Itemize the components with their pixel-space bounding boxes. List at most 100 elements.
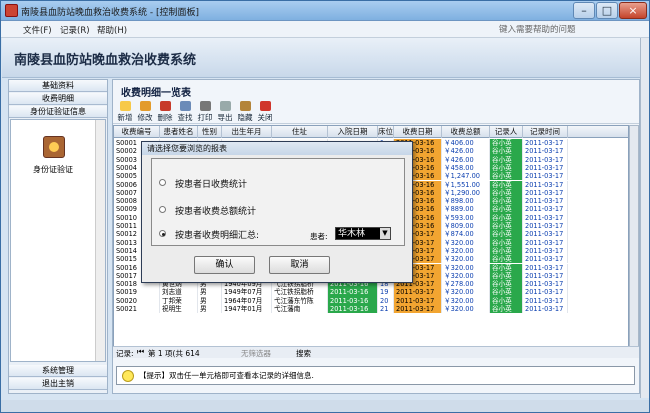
table-row[interactable]: S0020 丁邦荣男 1964年07月 弋江藩东竹陈 2011-03-16 20 2011-…	[114, 296, 628, 305]
search-box[interactable]: 搜索	[296, 348, 311, 359]
table-cell[interactable]: 1964年07月	[222, 296, 272, 305]
table-cell[interactable]: S0021	[114, 305, 160, 314]
table-cell[interactable]: 男	[198, 288, 222, 297]
table-cell[interactable]: 2011-03-17	[523, 296, 568, 305]
table-cell[interactable]: 弋江藩南	[272, 305, 328, 314]
table-cell[interactable]: 男	[198, 296, 222, 305]
column-header[interactable]: 出生年月	[222, 126, 272, 138]
table-cell[interactable]: 谷小英	[490, 155, 523, 164]
radio-total-stats[interactable]	[159, 206, 166, 213]
table-cell[interactable]: ￥593.00	[442, 213, 490, 222]
table-cell[interactable]: 19	[378, 288, 394, 297]
table-cell[interactable]: ￥320.00	[442, 296, 490, 305]
table-cell[interactable]: 2011-03-17	[523, 197, 568, 206]
table-cell[interactable]: 2011-03-17	[523, 305, 568, 314]
table-cell[interactable]: 弋江铁拐脂桥	[272, 288, 328, 297]
table-cell[interactable]: 谷小英	[490, 230, 523, 239]
table-cell[interactable]: 谷小英	[490, 305, 523, 314]
option-daily-stats[interactable]: 按患者日收费统计	[159, 177, 247, 190]
table-cell[interactable]: 谷小英	[490, 296, 523, 305]
table-cell[interactable]: 2011-03-17	[523, 188, 568, 198]
table-cell[interactable]: 丁邦荣	[160, 296, 198, 305]
table-cell[interactable]: 2011-03-16	[328, 288, 378, 297]
table-cell[interactable]: ￥874.00	[442, 230, 490, 239]
help-search-input[interactable]: 键入需要帮助的问题	[499, 23, 629, 36]
column-header[interactable]: 患者姓名	[160, 126, 198, 138]
table-cell[interactable]: ￥320.00	[442, 263, 490, 272]
table-cell[interactable]: ￥1,551.00	[442, 180, 490, 189]
option-detail-summary[interactable]: 按患者收费明细汇总:	[159, 228, 259, 241]
table-cell[interactable]: S0019	[114, 288, 160, 297]
table-cell[interactable]: 2011-03-17	[523, 230, 568, 239]
column-header[interactable]: 住址	[272, 126, 328, 138]
table-cell[interactable]: 弋江藩东竹陈	[272, 296, 328, 305]
table-cell[interactable]: ￥320.00	[442, 271, 490, 281]
table-cell[interactable]: 谷小英	[490, 213, 523, 222]
close-window-button[interactable]: ×	[619, 2, 647, 19]
table-cell[interactable]: 2011-03-17	[523, 147, 568, 156]
table-cell[interactable]: 2011-03-17	[394, 296, 442, 305]
table-cell[interactable]: 2011-03-17	[523, 263, 568, 272]
table-cell[interactable]: S0020	[114, 296, 160, 305]
table-cell[interactable]: 2011-03-17	[523, 163, 568, 173]
table-cell[interactable]: 谷小英	[490, 246, 523, 256]
sidebar-item-basic-data[interactable]: 基础资料	[9, 80, 107, 92]
sidebar-scrollbar[interactable]	[95, 120, 105, 361]
toolbar-button-2[interactable]: 删除	[156, 101, 174, 123]
table-cell[interactable]: ￥898.00	[442, 197, 490, 206]
column-header[interactable]: 收费总额	[442, 126, 490, 138]
table-cell[interactable]: 1949年07月	[222, 288, 272, 297]
table-cell[interactable]: ￥406.00	[442, 139, 490, 148]
table-cell[interactable]: 2011-03-17	[523, 280, 568, 289]
id-verify-icon[interactable]	[43, 136, 65, 158]
table-cell[interactable]: 谷小英	[490, 188, 523, 198]
table-cell[interactable]: 2011-03-17	[523, 139, 568, 148]
table-cell[interactable]: 谷小英	[490, 288, 523, 297]
sidebar-panel-label[interactable]: 身份证验证	[33, 164, 73, 175]
table-cell[interactable]: 谷小英	[490, 139, 523, 148]
table-cell[interactable]: 2011-03-17	[523, 255, 568, 264]
table-cell[interactable]: ￥320.00	[442, 305, 490, 314]
column-header[interactable]: 收费日期	[394, 126, 442, 138]
sidebar-item-id-verification-info[interactable]: 身份证验证信息	[9, 106, 107, 118]
sidebar-item-exit[interactable]: 退出主销	[9, 378, 107, 390]
ok-button[interactable]: 确认	[194, 256, 255, 274]
column-header[interactable]: 床位	[378, 126, 394, 138]
column-header[interactable]: 记录时间	[523, 126, 568, 138]
column-header[interactable]: 收费编号	[114, 126, 160, 138]
table-cell[interactable]: 2011-03-17	[523, 246, 568, 256]
chevron-down-icon[interactable]: ▼	[380, 228, 390, 239]
radio-daily-stats[interactable]	[159, 179, 166, 186]
table-cell[interactable]: ￥426.00	[442, 147, 490, 156]
toolbar-button-5[interactable]: 导出	[216, 101, 234, 123]
table-cell[interactable]: 谷小英	[490, 271, 523, 281]
table-cell[interactable]: 刘志道	[160, 288, 198, 297]
record-position[interactable]: 第 1 项(共 614	[148, 348, 200, 359]
table-cell[interactable]: ￥320.00	[442, 238, 490, 247]
column-header[interactable]: 记录人	[490, 126, 523, 138]
table-cell[interactable]: 谷小英	[490, 172, 523, 181]
table-cell[interactable]: 2011-03-17	[523, 180, 568, 189]
table-cell[interactable]: 谷小英	[490, 147, 523, 156]
table-cell[interactable]: 谷小英	[490, 197, 523, 206]
table-cell[interactable]: 谷小英	[490, 222, 523, 231]
option-total-stats[interactable]: 按患者收费总额统计	[159, 204, 256, 217]
table-cell[interactable]: ￥1,290.00	[442, 188, 490, 198]
table-cell[interactable]: 谷小英	[490, 255, 523, 264]
table-cell[interactable]: 2011-03-17	[523, 271, 568, 281]
cancel-button[interactable]: 取消	[269, 256, 330, 274]
table-cell[interactable]: ￥320.00	[442, 288, 490, 297]
menu-help[interactable]: 帮助(H)	[97, 24, 127, 36]
table-cell[interactable]: ￥278.00	[442, 280, 490, 289]
table-cell[interactable]: 祝明生	[160, 305, 198, 314]
toolbar-button-7[interactable]: 关闭	[256, 101, 274, 123]
table-cell[interactable]: 2011-03-17	[394, 305, 442, 314]
table-cell[interactable]: 2011-03-17	[523, 172, 568, 181]
sidebar-item-fee-details[interactable]: 收费明细	[9, 93, 107, 105]
table-cell[interactable]: 2011-03-17	[394, 288, 442, 297]
table-row[interactable]: S0019 刘志道男 1949年07月 弋江铁拐脂桥 2011-03-16 19 2011-…	[114, 288, 628, 297]
minimize-button[interactable]: –	[573, 2, 595, 19]
sidebar-item-system-admin[interactable]: 系统管理	[9, 365, 107, 377]
radio-detail-summary[interactable]	[159, 230, 166, 237]
table-cell[interactable]: 21	[378, 305, 394, 314]
